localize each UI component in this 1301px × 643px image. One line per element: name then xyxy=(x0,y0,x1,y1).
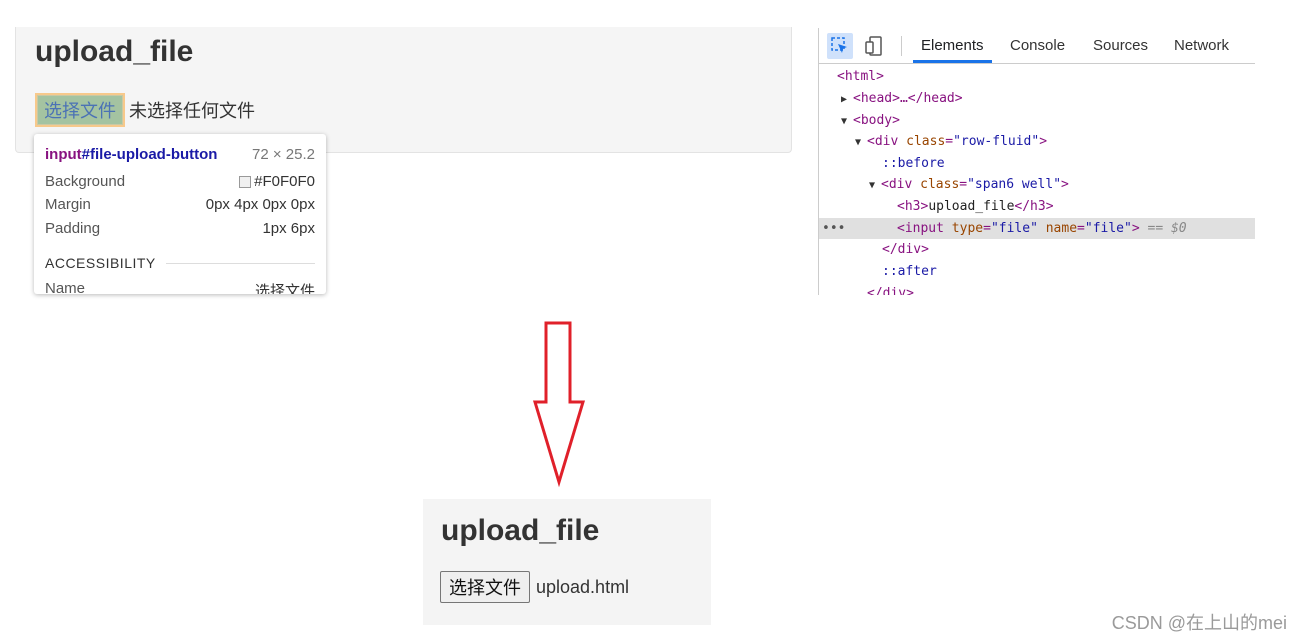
dom-node-input-selected[interactable]: ••• <input type="file" name="file"> == $… xyxy=(819,218,1255,239)
dom-node-after[interactable]: ::after xyxy=(819,261,1255,282)
inspect-tooltip: input#file-upload-button 72 × 25.2 Backg… xyxy=(34,134,326,294)
accessibility-heading-text: ACCESSIBILITY xyxy=(45,255,156,271)
dom-node-before[interactable]: ::before xyxy=(819,153,1255,174)
tooltip-value: 选择文件 xyxy=(254,283,315,294)
dom-node-html[interactable]: <html> xyxy=(819,66,1255,87)
tooltip-label: Name xyxy=(45,280,86,294)
dom-node-head[interactable]: ▶ <head>…</head> xyxy=(819,88,1255,109)
page-title: upload_file xyxy=(35,35,194,68)
tooltip-row-margin: Margin 0px 4px 0px 0px xyxy=(45,196,315,213)
more-options-icon[interactable]: ••• xyxy=(822,218,845,239)
file-upload-button-highlighted[interactable]: 选择文件 xyxy=(35,93,125,127)
tooltip-row-padding: Padding 1px 6px xyxy=(45,220,315,237)
tab-sources[interactable]: Sources xyxy=(1093,28,1148,63)
tooltip-row-name: Name 选择文件 xyxy=(45,280,315,294)
choose-file-button[interactable]: 选择文件 xyxy=(440,571,530,603)
tooltip-value: 0px 4px 0px 0px xyxy=(205,196,315,213)
no-file-chosen-text: 未选择任何文件 xyxy=(129,101,255,121)
accessibility-heading: ACCESSIBILITY xyxy=(45,255,315,271)
collapse-triangle-icon[interactable]: ▼ xyxy=(869,175,881,196)
tooltip-value: #F0F0F0 xyxy=(254,173,315,190)
watermark: CSDN @在上山的mei xyxy=(1111,613,1287,633)
tooltip-id: #file-upload-button xyxy=(81,146,218,163)
expand-triangle-icon[interactable]: ▶ xyxy=(841,89,853,110)
tooltip-title: input#file-upload-button 72 × 25.2 xyxy=(45,146,315,163)
dom-node-div-span6-well[interactable]: ▼ <div class="span6 well"> xyxy=(819,174,1255,195)
toolbar-separator xyxy=(901,36,902,56)
inspect-element-icon[interactable] xyxy=(827,33,853,59)
page-title-after: upload_file xyxy=(441,514,600,547)
tab-console[interactable]: Console xyxy=(1010,28,1065,63)
dom-node-div-close[interactable]: </div> xyxy=(819,239,1255,260)
tooltip-size: 72 × 25.2 xyxy=(252,146,315,163)
devtools-tabbar: Elements Console Sources Network xyxy=(819,28,1255,64)
collapse-triangle-icon[interactable]: ▼ xyxy=(855,132,867,153)
tooltip-value: 1px 6px xyxy=(262,220,315,237)
tooltip-row-background: Background #F0F0F0 xyxy=(45,173,315,190)
tooltip-label: Margin xyxy=(45,196,91,213)
down-arrow-icon xyxy=(532,321,586,488)
tab-network[interactable]: Network xyxy=(1174,28,1229,63)
tooltip-label: Padding xyxy=(45,220,101,237)
file-upload-button-label: 选择文件 xyxy=(44,101,116,121)
dom-node-div-close-outer[interactable]: </div> xyxy=(819,283,1255,295)
tooltip-tag: input xyxy=(45,146,82,163)
page-well-after: upload_file 选择文件 upload.html xyxy=(423,499,711,625)
tooltip-label: Background xyxy=(45,173,126,190)
tab-elements[interactable]: Elements xyxy=(913,28,992,63)
file-input-before[interactable]: 选择文件 未选择任何文件 xyxy=(35,93,255,127)
dom-node-body[interactable]: ▼ <body> xyxy=(819,110,1255,131)
devtools-panel: Elements Console Sources Network <html> … xyxy=(818,28,1255,295)
collapse-triangle-icon[interactable]: ▼ xyxy=(841,111,853,132)
color-swatch-icon xyxy=(239,175,252,188)
selected-file-name: upload.html xyxy=(536,576,630,597)
dom-node-h3[interactable]: <h3>upload_file</h3> xyxy=(819,196,1255,217)
file-input-after[interactable]: 选择文件 upload.html xyxy=(440,571,629,603)
device-toolbar-icon[interactable] xyxy=(861,33,887,59)
dom-node-div-row-fluid[interactable]: ▼ <div class="row-fluid"> xyxy=(819,131,1255,152)
